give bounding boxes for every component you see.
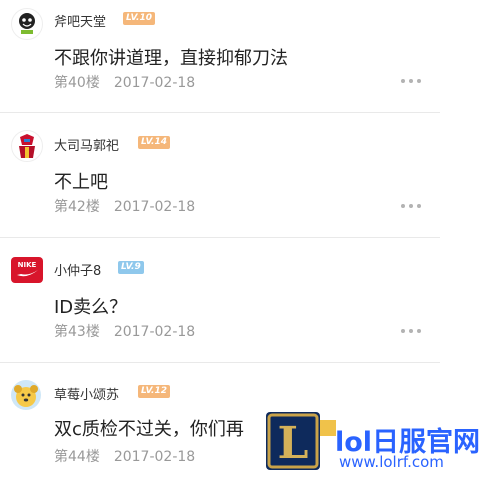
reply-post-43: NIKE 小仲子8 LV.9 ID卖么？ 第43楼 2017-02-18 <box>0 238 440 362</box>
reply-content: ID卖么？ <box>54 297 128 318</box>
reply-date: 2017-02-18 <box>113 199 196 215</box>
username[interactable]: 小仲子8 <box>54 260 101 279</box>
user-avatar[interactable] <box>11 130 43 162</box>
more-options-icon[interactable] <box>401 77 423 85</box>
smiley-cartoon-avatar-icon <box>19 13 35 34</box>
watermark-url: www.lolrf.com <box>339 453 444 471</box>
reply-content: 双c质检不过关，你们再 <box>54 419 244 440</box>
more-options-icon[interactable] <box>401 327 423 335</box>
reply-meta: 第43楼 2017-02-18 <box>54 321 195 341</box>
logo-letter: L <box>278 418 309 469</box>
reply-meta: 第44楼 2017-02-18 <box>54 446 195 466</box>
reply-meta: 第40楼 2017-02-18 <box>54 72 195 92</box>
yellow-dog-avatar-icon <box>14 385 38 407</box>
reply-post-42: 大司马郭祀 LV.14 不上吧 第42楼 2017-02-18 <box>0 113 440 237</box>
more-options-icon[interactable] <box>401 202 423 210</box>
armored-hero-avatar-icon <box>19 134 35 158</box>
username[interactable]: 斧吧天堂 <box>54 11 106 30</box>
username[interactable]: 大司马郭祀 <box>54 135 119 154</box>
floor-number: 第42楼 <box>54 199 100 215</box>
nike-sb-logo-avatar-icon: NIKE <box>17 261 38 277</box>
level-badge: LV.9 <box>118 261 144 274</box>
reply-content: 不跟你讲道理，直接抑郁刀法 <box>54 48 288 69</box>
floor-number: 第43楼 <box>54 324 100 340</box>
user-avatar[interactable] <box>11 380 41 410</box>
reply-content: 不上吧 <box>54 172 108 193</box>
reply-date: 2017-02-18 <box>113 449 196 465</box>
reply-date: 2017-02-18 <box>113 75 196 91</box>
floor-number: 第44楼 <box>54 449 100 465</box>
reply-meta: 第42楼 2017-02-18 <box>54 196 195 216</box>
svg-text:NIKE: NIKE <box>18 261 37 269</box>
level-badge: LV.12 <box>138 385 171 398</box>
user-avatar[interactable]: NIKE <box>11 257 43 283</box>
level-badge: LV.14 <box>138 136 171 149</box>
floor-number: 第40楼 <box>54 75 100 91</box>
reply-date: 2017-02-18 <box>113 324 196 340</box>
reply-post-40: 斧吧天堂 LV.10 不跟你讲道理，直接抑郁刀法 第40楼 2017-02-18 <box>0 0 440 112</box>
username[interactable]: 草莓小颂苏 <box>54 384 119 403</box>
user-avatar[interactable] <box>11 8 43 40</box>
level-badge: LV.10 <box>123 12 156 25</box>
